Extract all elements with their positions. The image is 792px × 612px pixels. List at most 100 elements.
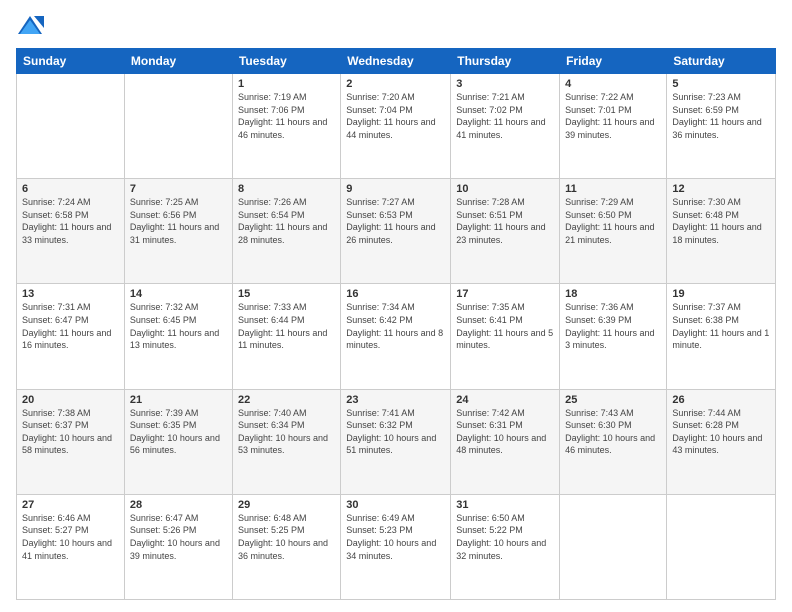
- calendar-cell: 10Sunrise: 7:28 AM Sunset: 6:51 PM Dayli…: [451, 179, 560, 284]
- header: [16, 12, 776, 40]
- calendar-cell: 31Sunrise: 6:50 AM Sunset: 5:22 PM Dayli…: [451, 494, 560, 599]
- day-number: 17: [456, 288, 554, 300]
- calendar-cell: [667, 494, 776, 599]
- day-info: Sunrise: 7:28 AM Sunset: 6:51 PM Dayligh…: [456, 196, 554, 246]
- day-info: Sunrise: 7:33 AM Sunset: 6:44 PM Dayligh…: [238, 301, 335, 351]
- day-number: 2: [346, 78, 445, 90]
- calendar-cell: [17, 74, 125, 179]
- header-cell-monday: Monday: [124, 49, 232, 74]
- day-info: Sunrise: 7:20 AM Sunset: 7:04 PM Dayligh…: [346, 91, 445, 141]
- calendar-cell: 7Sunrise: 7:25 AM Sunset: 6:56 PM Daylig…: [124, 179, 232, 284]
- calendar-cell: 29Sunrise: 6:48 AM Sunset: 5:25 PM Dayli…: [232, 494, 340, 599]
- calendar-cell: 18Sunrise: 7:36 AM Sunset: 6:39 PM Dayli…: [560, 284, 667, 389]
- calendar-cell: [124, 74, 232, 179]
- calendar-cell: 9Sunrise: 7:27 AM Sunset: 6:53 PM Daylig…: [341, 179, 451, 284]
- day-number: 6: [22, 183, 119, 195]
- day-number: 5: [672, 78, 770, 90]
- day-number: 14: [130, 288, 227, 300]
- calendar-cell: 13Sunrise: 7:31 AM Sunset: 6:47 PM Dayli…: [17, 284, 125, 389]
- day-info: Sunrise: 7:23 AM Sunset: 6:59 PM Dayligh…: [672, 91, 770, 141]
- calendar-cell: 3Sunrise: 7:21 AM Sunset: 7:02 PM Daylig…: [451, 74, 560, 179]
- day-number: 9: [346, 183, 445, 195]
- day-info: Sunrise: 7:22 AM Sunset: 7:01 PM Dayligh…: [565, 91, 661, 141]
- header-cell-sunday: Sunday: [17, 49, 125, 74]
- day-number: 26: [672, 394, 770, 406]
- day-info: Sunrise: 7:38 AM Sunset: 6:37 PM Dayligh…: [22, 407, 119, 457]
- calendar-cell: 4Sunrise: 7:22 AM Sunset: 7:01 PM Daylig…: [560, 74, 667, 179]
- day-number: 23: [346, 394, 445, 406]
- day-number: 8: [238, 183, 335, 195]
- day-info: Sunrise: 7:43 AM Sunset: 6:30 PM Dayligh…: [565, 407, 661, 457]
- calendar-cell: 27Sunrise: 6:46 AM Sunset: 5:27 PM Dayli…: [17, 494, 125, 599]
- calendar-cell: 26Sunrise: 7:44 AM Sunset: 6:28 PM Dayli…: [667, 389, 776, 494]
- calendar-cell: 5Sunrise: 7:23 AM Sunset: 6:59 PM Daylig…: [667, 74, 776, 179]
- calendar-cell: 14Sunrise: 7:32 AM Sunset: 6:45 PM Dayli…: [124, 284, 232, 389]
- week-row-1: 6Sunrise: 7:24 AM Sunset: 6:58 PM Daylig…: [17, 179, 776, 284]
- day-number: 13: [22, 288, 119, 300]
- calendar-cell: 21Sunrise: 7:39 AM Sunset: 6:35 PM Dayli…: [124, 389, 232, 494]
- calendar-cell: 17Sunrise: 7:35 AM Sunset: 6:41 PM Dayli…: [451, 284, 560, 389]
- day-number: 31: [456, 499, 554, 511]
- calendar-cell: 30Sunrise: 6:49 AM Sunset: 5:23 PM Dayli…: [341, 494, 451, 599]
- header-cell-friday: Friday: [560, 49, 667, 74]
- day-number: 25: [565, 394, 661, 406]
- day-info: Sunrise: 7:25 AM Sunset: 6:56 PM Dayligh…: [130, 196, 227, 246]
- day-info: Sunrise: 7:42 AM Sunset: 6:31 PM Dayligh…: [456, 407, 554, 457]
- calendar-cell: 28Sunrise: 6:47 AM Sunset: 5:26 PM Dayli…: [124, 494, 232, 599]
- day-info: Sunrise: 6:50 AM Sunset: 5:22 PM Dayligh…: [456, 512, 554, 562]
- header-cell-tuesday: Tuesday: [232, 49, 340, 74]
- day-number: 30: [346, 499, 445, 511]
- day-number: 18: [565, 288, 661, 300]
- calendar-cell: 25Sunrise: 7:43 AM Sunset: 6:30 PM Dayli…: [560, 389, 667, 494]
- day-info: Sunrise: 7:35 AM Sunset: 6:41 PM Dayligh…: [456, 301, 554, 351]
- day-info: Sunrise: 7:19 AM Sunset: 7:06 PM Dayligh…: [238, 91, 335, 141]
- day-info: Sunrise: 7:34 AM Sunset: 6:42 PM Dayligh…: [346, 301, 445, 351]
- calendar-table: SundayMondayTuesdayWednesdayThursdayFrid…: [16, 48, 776, 600]
- calendar-cell: 24Sunrise: 7:42 AM Sunset: 6:31 PM Dayli…: [451, 389, 560, 494]
- calendar-cell: 15Sunrise: 7:33 AM Sunset: 6:44 PM Dayli…: [232, 284, 340, 389]
- day-info: Sunrise: 7:21 AM Sunset: 7:02 PM Dayligh…: [456, 91, 554, 141]
- day-info: Sunrise: 6:47 AM Sunset: 5:26 PM Dayligh…: [130, 512, 227, 562]
- logo: [16, 12, 48, 40]
- day-number: 15: [238, 288, 335, 300]
- day-number: 16: [346, 288, 445, 300]
- day-number: 1: [238, 78, 335, 90]
- calendar-page: SundayMondayTuesdayWednesdayThursdayFrid…: [0, 0, 792, 612]
- day-number: 12: [672, 183, 770, 195]
- day-number: 11: [565, 183, 661, 195]
- calendar-cell: 12Sunrise: 7:30 AM Sunset: 6:48 PM Dayli…: [667, 179, 776, 284]
- logo-icon: [16, 12, 44, 40]
- calendar-cell: 19Sunrise: 7:37 AM Sunset: 6:38 PM Dayli…: [667, 284, 776, 389]
- week-row-2: 13Sunrise: 7:31 AM Sunset: 6:47 PM Dayli…: [17, 284, 776, 389]
- day-number: 28: [130, 499, 227, 511]
- calendar-cell: 20Sunrise: 7:38 AM Sunset: 6:37 PM Dayli…: [17, 389, 125, 494]
- day-info: Sunrise: 6:48 AM Sunset: 5:25 PM Dayligh…: [238, 512, 335, 562]
- day-info: Sunrise: 7:39 AM Sunset: 6:35 PM Dayligh…: [130, 407, 227, 457]
- day-info: Sunrise: 7:27 AM Sunset: 6:53 PM Dayligh…: [346, 196, 445, 246]
- day-number: 27: [22, 499, 119, 511]
- calendar-cell: 23Sunrise: 7:41 AM Sunset: 6:32 PM Dayli…: [341, 389, 451, 494]
- calendar-cell: 1Sunrise: 7:19 AM Sunset: 7:06 PM Daylig…: [232, 74, 340, 179]
- day-number: 19: [672, 288, 770, 300]
- day-info: Sunrise: 6:49 AM Sunset: 5:23 PM Dayligh…: [346, 512, 445, 562]
- day-info: Sunrise: 7:41 AM Sunset: 6:32 PM Dayligh…: [346, 407, 445, 457]
- week-row-3: 20Sunrise: 7:38 AM Sunset: 6:37 PM Dayli…: [17, 389, 776, 494]
- week-row-4: 27Sunrise: 6:46 AM Sunset: 5:27 PM Dayli…: [17, 494, 776, 599]
- day-number: 29: [238, 499, 335, 511]
- header-cell-wednesday: Wednesday: [341, 49, 451, 74]
- day-info: Sunrise: 7:36 AM Sunset: 6:39 PM Dayligh…: [565, 301, 661, 351]
- day-info: Sunrise: 7:30 AM Sunset: 6:48 PM Dayligh…: [672, 196, 770, 246]
- day-number: 3: [456, 78, 554, 90]
- calendar-cell: 8Sunrise: 7:26 AM Sunset: 6:54 PM Daylig…: [232, 179, 340, 284]
- day-info: Sunrise: 7:44 AM Sunset: 6:28 PM Dayligh…: [672, 407, 770, 457]
- header-row: SundayMondayTuesdayWednesdayThursdayFrid…: [17, 49, 776, 74]
- calendar-cell: [560, 494, 667, 599]
- day-info: Sunrise: 7:31 AM Sunset: 6:47 PM Dayligh…: [22, 301, 119, 351]
- calendar-cell: 2Sunrise: 7:20 AM Sunset: 7:04 PM Daylig…: [341, 74, 451, 179]
- calendar-cell: 16Sunrise: 7:34 AM Sunset: 6:42 PM Dayli…: [341, 284, 451, 389]
- day-number: 4: [565, 78, 661, 90]
- day-info: Sunrise: 7:29 AM Sunset: 6:50 PM Dayligh…: [565, 196, 661, 246]
- day-info: Sunrise: 7:37 AM Sunset: 6:38 PM Dayligh…: [672, 301, 770, 351]
- header-cell-saturday: Saturday: [667, 49, 776, 74]
- calendar-cell: 11Sunrise: 7:29 AM Sunset: 6:50 PM Dayli…: [560, 179, 667, 284]
